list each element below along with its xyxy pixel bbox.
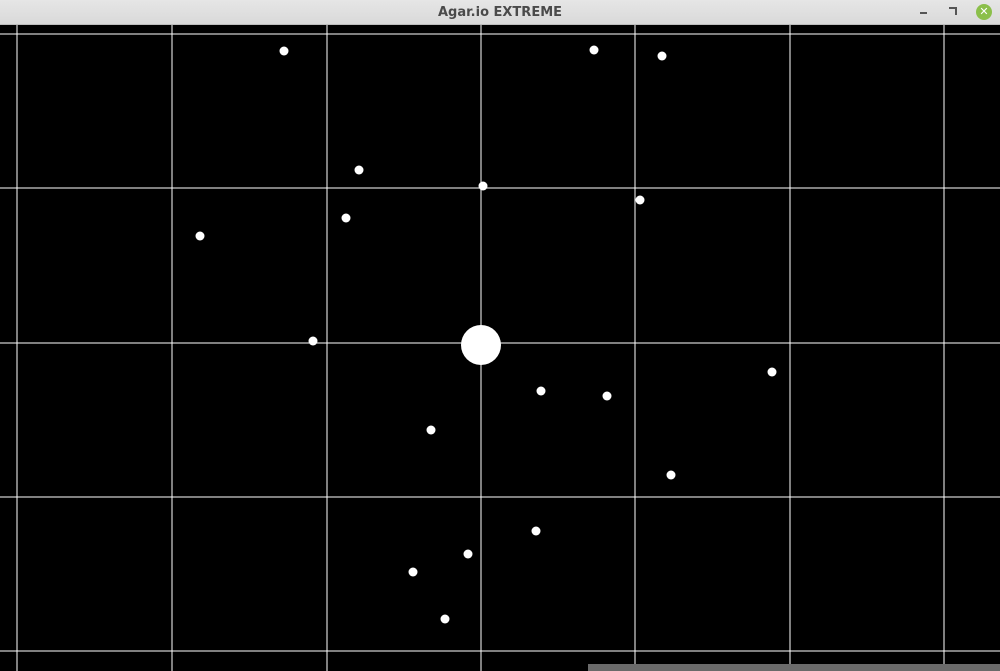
food-pellet bbox=[657, 51, 667, 61]
food-pellet bbox=[589, 45, 599, 55]
food-pellet bbox=[408, 567, 418, 577]
game-canvas[interactable] bbox=[0, 25, 1000, 671]
close-icon[interactable]: ✕ bbox=[976, 4, 992, 20]
game-window: Agar.io EXTREME ✕ bbox=[0, 0, 1000, 671]
window-title: Agar.io EXTREME bbox=[437, 5, 563, 20]
food-pellet bbox=[463, 549, 473, 559]
food-pellet bbox=[440, 614, 450, 624]
food-pellet bbox=[536, 386, 546, 396]
taskbar-fragment bbox=[588, 664, 1000, 671]
food-pellet bbox=[666, 470, 676, 480]
player-cell bbox=[461, 325, 501, 365]
food-pellet bbox=[308, 336, 318, 346]
minimize-icon[interactable] bbox=[916, 4, 932, 20]
food-pellet bbox=[354, 165, 364, 175]
title-bar[interactable]: Agar.io EXTREME ✕ bbox=[0, 0, 1000, 25]
food-pellet bbox=[635, 195, 645, 205]
food-pellet bbox=[426, 425, 436, 435]
food-pellet bbox=[531, 526, 541, 536]
food-pellet bbox=[478, 181, 488, 191]
food-pellet bbox=[341, 213, 351, 223]
maximize-icon[interactable] bbox=[946, 4, 962, 20]
food-pellet bbox=[195, 231, 205, 241]
food-pellet bbox=[767, 367, 777, 377]
food-pellet bbox=[602, 391, 612, 401]
food-pellet bbox=[279, 46, 289, 56]
